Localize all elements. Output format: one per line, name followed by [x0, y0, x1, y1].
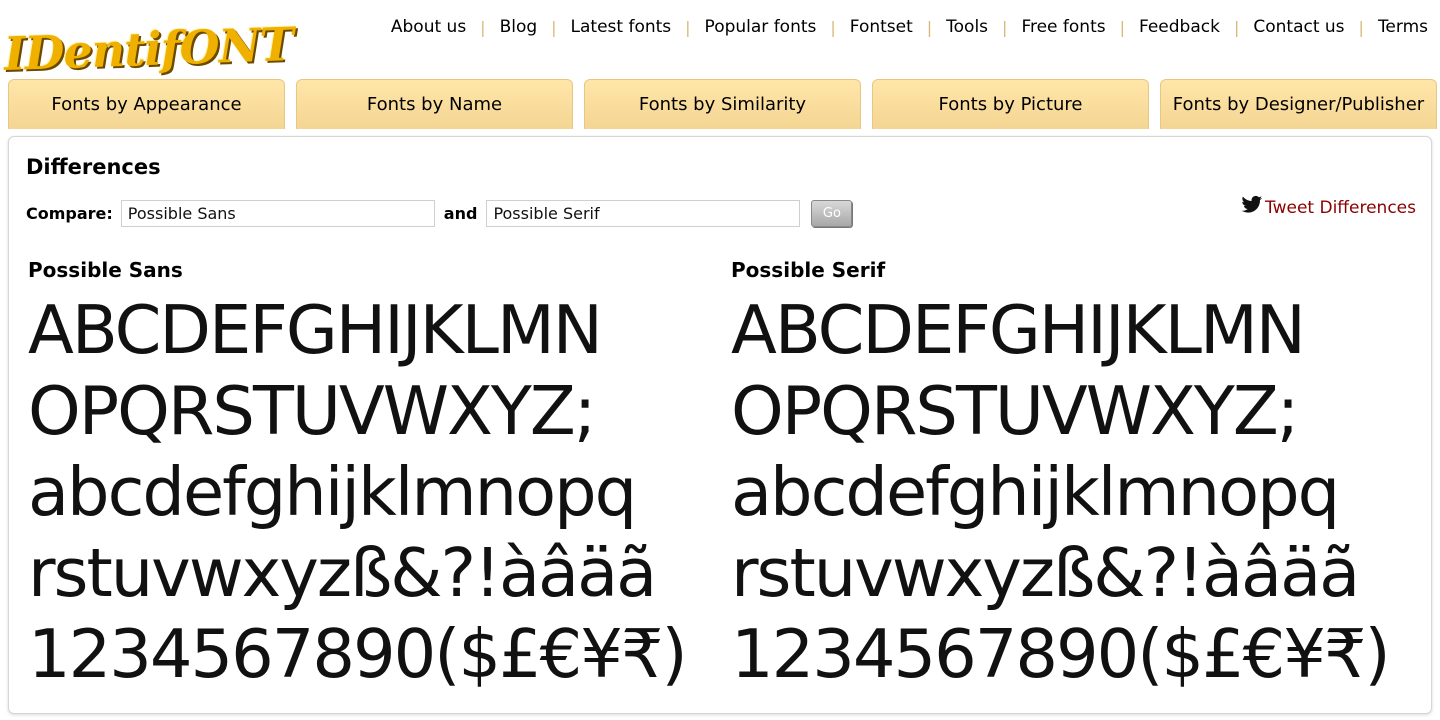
tweet-label: Tweet Differences: [1265, 198, 1416, 218]
and-label: and: [443, 204, 478, 223]
tweet-differences-link[interactable]: Tweet Differences: [1241, 195, 1416, 218]
tab-fonts-by-name[interactable]: Fonts by Name: [296, 79, 573, 129]
nav-about-us[interactable]: About us: [391, 17, 466, 37]
nav-free-fonts[interactable]: Free fonts: [1021, 17, 1105, 37]
nav-terms[interactable]: Terms: [1378, 17, 1428, 37]
sample-line: OPQRSTUVWXYZ;: [731, 372, 1299, 450]
compare-label: Compare:: [26, 204, 113, 223]
second-font-input[interactable]: [486, 200, 801, 227]
left-font-name[interactable]: Possible Sans: [28, 258, 688, 282]
identifont-logo[interactable]: IDentifONT: [3, 2, 294, 81]
sample-line: 1234567890($£€¥₹): [731, 615, 1391, 693]
right-font-name[interactable]: Possible Serif: [731, 258, 1391, 282]
logo-text: IDentifONT: [3, 16, 294, 82]
nav-contact-us[interactable]: Contact us: [1253, 17, 1344, 37]
top-nav: About us | Blog | Latest fonts | Popular fo…: [390, 17, 1428, 37]
nav-latest-fonts[interactable]: Latest fonts: [571, 17, 672, 37]
search-tabs: Fonts by Appearance Fonts by Name Fonts …: [8, 79, 1437, 129]
sample-line: ABCDEFGHIJKLMN: [28, 291, 603, 369]
compare-form: Compare: and Go: [26, 200, 853, 227]
sample-line: rstuvwxyzß&?!àâäã: [28, 534, 657, 612]
tab-fonts-by-designer-publisher[interactable]: Fonts by Designer/Publisher: [1160, 79, 1437, 129]
nav-fontset[interactable]: Fontset: [850, 17, 913, 37]
first-font-input[interactable]: [120, 200, 435, 227]
font-sample-left: Possible Sans ABCDEFGHIJKLMN OPQRSTUVWXY…: [28, 258, 688, 695]
font-sample-right: Possible Serif ABCDEFGHIJKLMN OPQRSTUVWX…: [731, 258, 1391, 695]
tab-fonts-by-picture[interactable]: Fonts by Picture: [872, 79, 1149, 129]
sample-line: 1234567890($£€¥₹): [28, 615, 688, 693]
sample-line: rstuvwxyzß&?!àâäã: [731, 534, 1360, 612]
page-title: Differences: [26, 155, 161, 179]
sample-line: ABCDEFGHIJKLMN: [731, 291, 1306, 369]
sample-line: abcdefghijklmnopq: [731, 453, 1340, 531]
nav-feedback[interactable]: Feedback: [1139, 17, 1220, 37]
go-button[interactable]: Go: [811, 200, 853, 227]
sample-line: OPQRSTUVWXYZ;: [28, 372, 596, 450]
tab-fonts-by-appearance[interactable]: Fonts by Appearance: [8, 79, 285, 129]
sample-line: abcdefghijklmnopq: [28, 453, 637, 531]
tab-fonts-by-similarity[interactable]: Fonts by Similarity: [584, 79, 861, 129]
twitter-bird-icon: [1241, 195, 1263, 213]
nav-tools[interactable]: Tools: [946, 17, 988, 37]
nav-popular-fonts[interactable]: Popular fonts: [705, 17, 817, 37]
nav-blog[interactable]: Blog: [500, 17, 538, 37]
